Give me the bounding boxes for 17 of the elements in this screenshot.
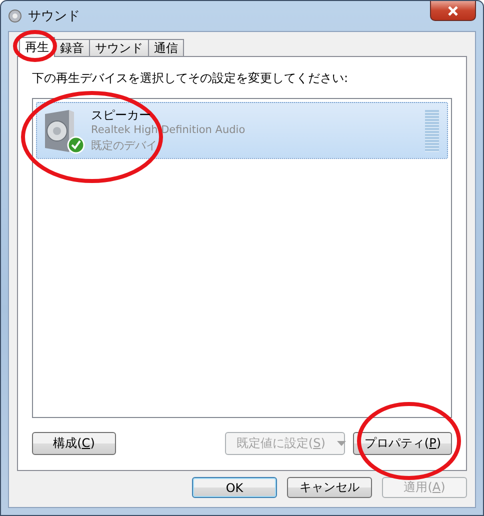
tab[interactable]: 通信 [148,39,184,56]
speaker-icon [8,9,22,23]
device-driver: Realtek High Definition Audio [91,123,246,138]
caret-icon [337,441,346,446]
close-button[interactable] [430,1,476,21]
close-icon [447,6,459,16]
dialog-button[interactable]: 構成(C) [32,432,116,455]
window-title: サウンド [28,8,80,25]
dialog-button[interactable]: OK [192,477,277,498]
device-status: 既定のデバイ [91,138,158,153]
level-meter [425,110,439,152]
instruction-text: 下の再生デバイスを選択してその設定を変更してください: [32,70,350,86]
highlight-ellipse [11,28,59,64]
tab[interactable]: サウンド [89,39,149,56]
tab[interactable]: 録音 [54,39,90,56]
dialog-button[interactable]: キャンセル [287,477,372,498]
dialog-button[interactable]: プロパティ(P) [353,432,452,455]
